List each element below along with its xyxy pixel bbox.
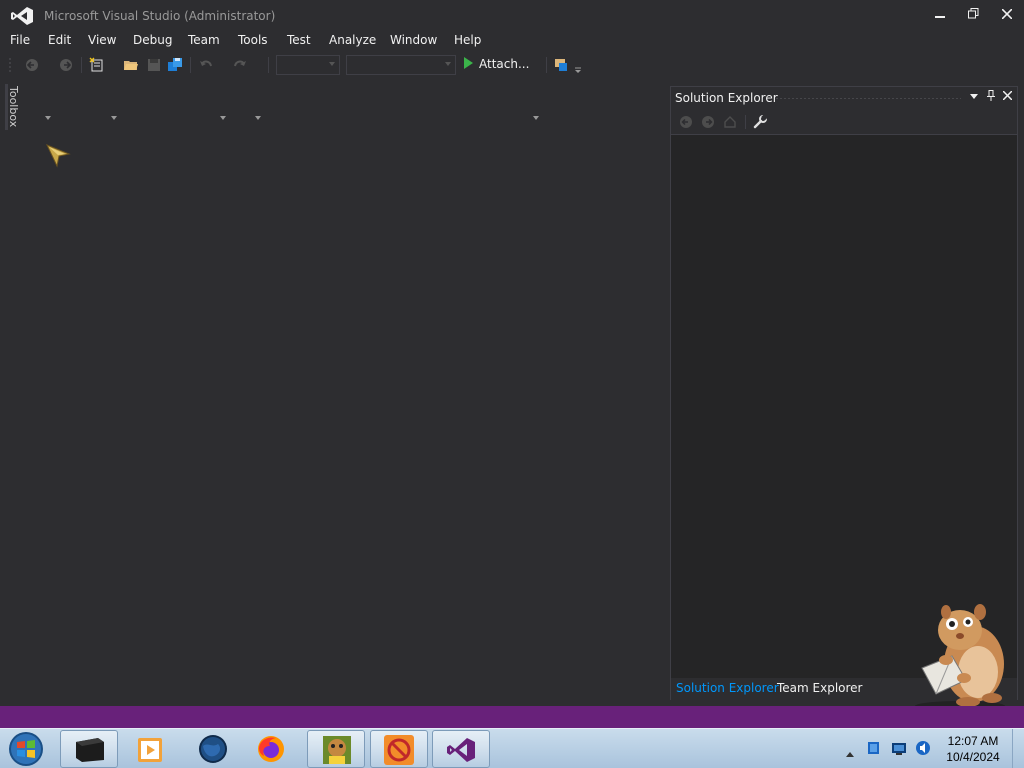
window-position-button[interactable] (967, 90, 981, 104)
solution-explorer-header: Solution Explorer (671, 87, 1017, 109)
back-icon[interactable] (679, 115, 693, 129)
panel-drag-grip[interactable] (775, 97, 961, 100)
menu-tools[interactable]: Tools (238, 33, 268, 47)
attach-dropdown-icon[interactable] (533, 116, 539, 120)
close-icon (1001, 90, 1013, 101)
action-center-flag-icon[interactable] (866, 739, 882, 757)
globe-icon (199, 735, 227, 763)
minimize-icon (935, 16, 945, 18)
undo-dropdown-icon[interactable] (220, 116, 226, 120)
attach-button[interactable]: Attach... (464, 57, 529, 73)
minimize-button[interactable] (925, 4, 955, 26)
show-desktop-button[interactable] (1012, 729, 1024, 768)
menu-edit[interactable]: Edit (48, 33, 71, 47)
redo-dropdown-icon[interactable] (255, 116, 261, 120)
taskbar-sandboxie[interactable] (307, 730, 365, 768)
open-folder-icon[interactable] (123, 57, 139, 73)
visual-studio-logo-icon (11, 7, 33, 25)
attach-label: Attach... (479, 57, 530, 71)
pin-icon (987, 90, 995, 101)
terminal-icon (76, 738, 104, 762)
save-icon[interactable] (146, 57, 162, 73)
menu-window[interactable]: Window (390, 33, 437, 47)
system-clock[interactable]: 12:07 AM 10/4/2024 (940, 733, 1006, 765)
home-icon[interactable] (723, 115, 737, 129)
chevron-down-icon (445, 62, 451, 66)
close-button[interactable] (992, 4, 1022, 26)
restore-button[interactable] (958, 4, 988, 26)
toolbar-separator (190, 57, 191, 73)
taskbar-firefox[interactable] (243, 730, 301, 768)
toolbox-label[interactable]: Toolbox (7, 86, 20, 127)
volume-icon[interactable] (914, 739, 932, 757)
play-icon (464, 57, 473, 69)
back-dropdown-icon[interactable] (45, 116, 51, 120)
menu-analyze[interactable]: Analyze (329, 33, 376, 47)
solution-explorer-title: Solution Explorer (675, 91, 778, 105)
title-bar: Microsoft Visual Studio (Administrator) (0, 0, 1024, 32)
taskbar: 12:07 AM 10/4/2024 (0, 728, 1024, 768)
status-bar (0, 706, 1024, 728)
chevron-down-icon (329, 62, 335, 66)
menu-help[interactable]: Help (454, 33, 481, 47)
toolbar-separator (546, 57, 547, 73)
sandboxie-icon (323, 736, 351, 764)
taskbar-media-player[interactable] (124, 730, 182, 768)
save-all-icon[interactable] (167, 57, 183, 73)
redo-icon[interactable] (232, 57, 248, 73)
menu-test[interactable]: Test (287, 33, 311, 47)
undo-icon[interactable] (198, 57, 214, 73)
forward-icon[interactable] (701, 115, 715, 129)
show-hidden-icons-icon[interactable] (846, 745, 854, 763)
visual-studio-icon (447, 738, 475, 762)
find-in-files-icon[interactable] (553, 57, 569, 73)
toolbar-overflow-icon[interactable] (574, 63, 582, 79)
menu-debug[interactable]: Debug (133, 33, 172, 47)
back-icon[interactable] (24, 57, 40, 73)
network-icon[interactable] (891, 739, 907, 757)
start-orb-icon[interactable] (6, 730, 46, 768)
tab-solution-explorer[interactable]: Solution Explorer (676, 681, 779, 695)
window-title: Microsoft Visual Studio (Administrator) (44, 9, 276, 23)
solution-configuration-combo[interactable] (276, 55, 340, 75)
menu-file[interactable]: File (10, 33, 30, 47)
taskbar-terminal[interactable] (60, 730, 118, 768)
no-symbol-icon (384, 735, 414, 765)
menu-bar: File Edit View Debug Team Tools Test Ana… (0, 30, 1024, 52)
clock-date: 10/4/2024 (946, 750, 1000, 764)
new-dropdown-icon[interactable] (111, 116, 117, 120)
panel-close-button[interactable] (1000, 90, 1014, 104)
hamster-reading-icon (915, 604, 1005, 711)
toolbar-grip[interactable] (8, 57, 12, 73)
taskbar-globe-app[interactable] (185, 730, 243, 768)
taskbar-visual-studio[interactable] (432, 730, 490, 768)
new-project-icon[interactable] (89, 57, 105, 73)
firefox-icon (258, 736, 284, 762)
close-icon (1001, 8, 1013, 20)
auto-hide-button[interactable] (984, 90, 998, 104)
clock-time: 12:07 AM (947, 734, 999, 748)
solution-explorer-toolbar (671, 109, 1017, 135)
tab-team-explorer[interactable]: Team Explorer (777, 681, 863, 695)
properties-wrench-icon[interactable] (753, 115, 767, 129)
standard-toolbar: Attach... (0, 53, 1024, 120)
forward-icon[interactable] (58, 57, 74, 73)
taskbar-no-symbol-app[interactable] (370, 730, 428, 768)
media-player-icon (138, 738, 162, 762)
chevron-down-icon (970, 94, 978, 99)
toolbar-separator (268, 57, 269, 73)
menu-team[interactable]: Team (188, 33, 220, 47)
menu-view[interactable]: View (88, 33, 116, 47)
restore-icon (967, 8, 978, 19)
toolbar-separator (81, 57, 82, 73)
solution-platform-combo[interactable] (346, 55, 456, 75)
toolbar-separator (745, 115, 746, 129)
mouse-cursor-icon (45, 144, 71, 168)
